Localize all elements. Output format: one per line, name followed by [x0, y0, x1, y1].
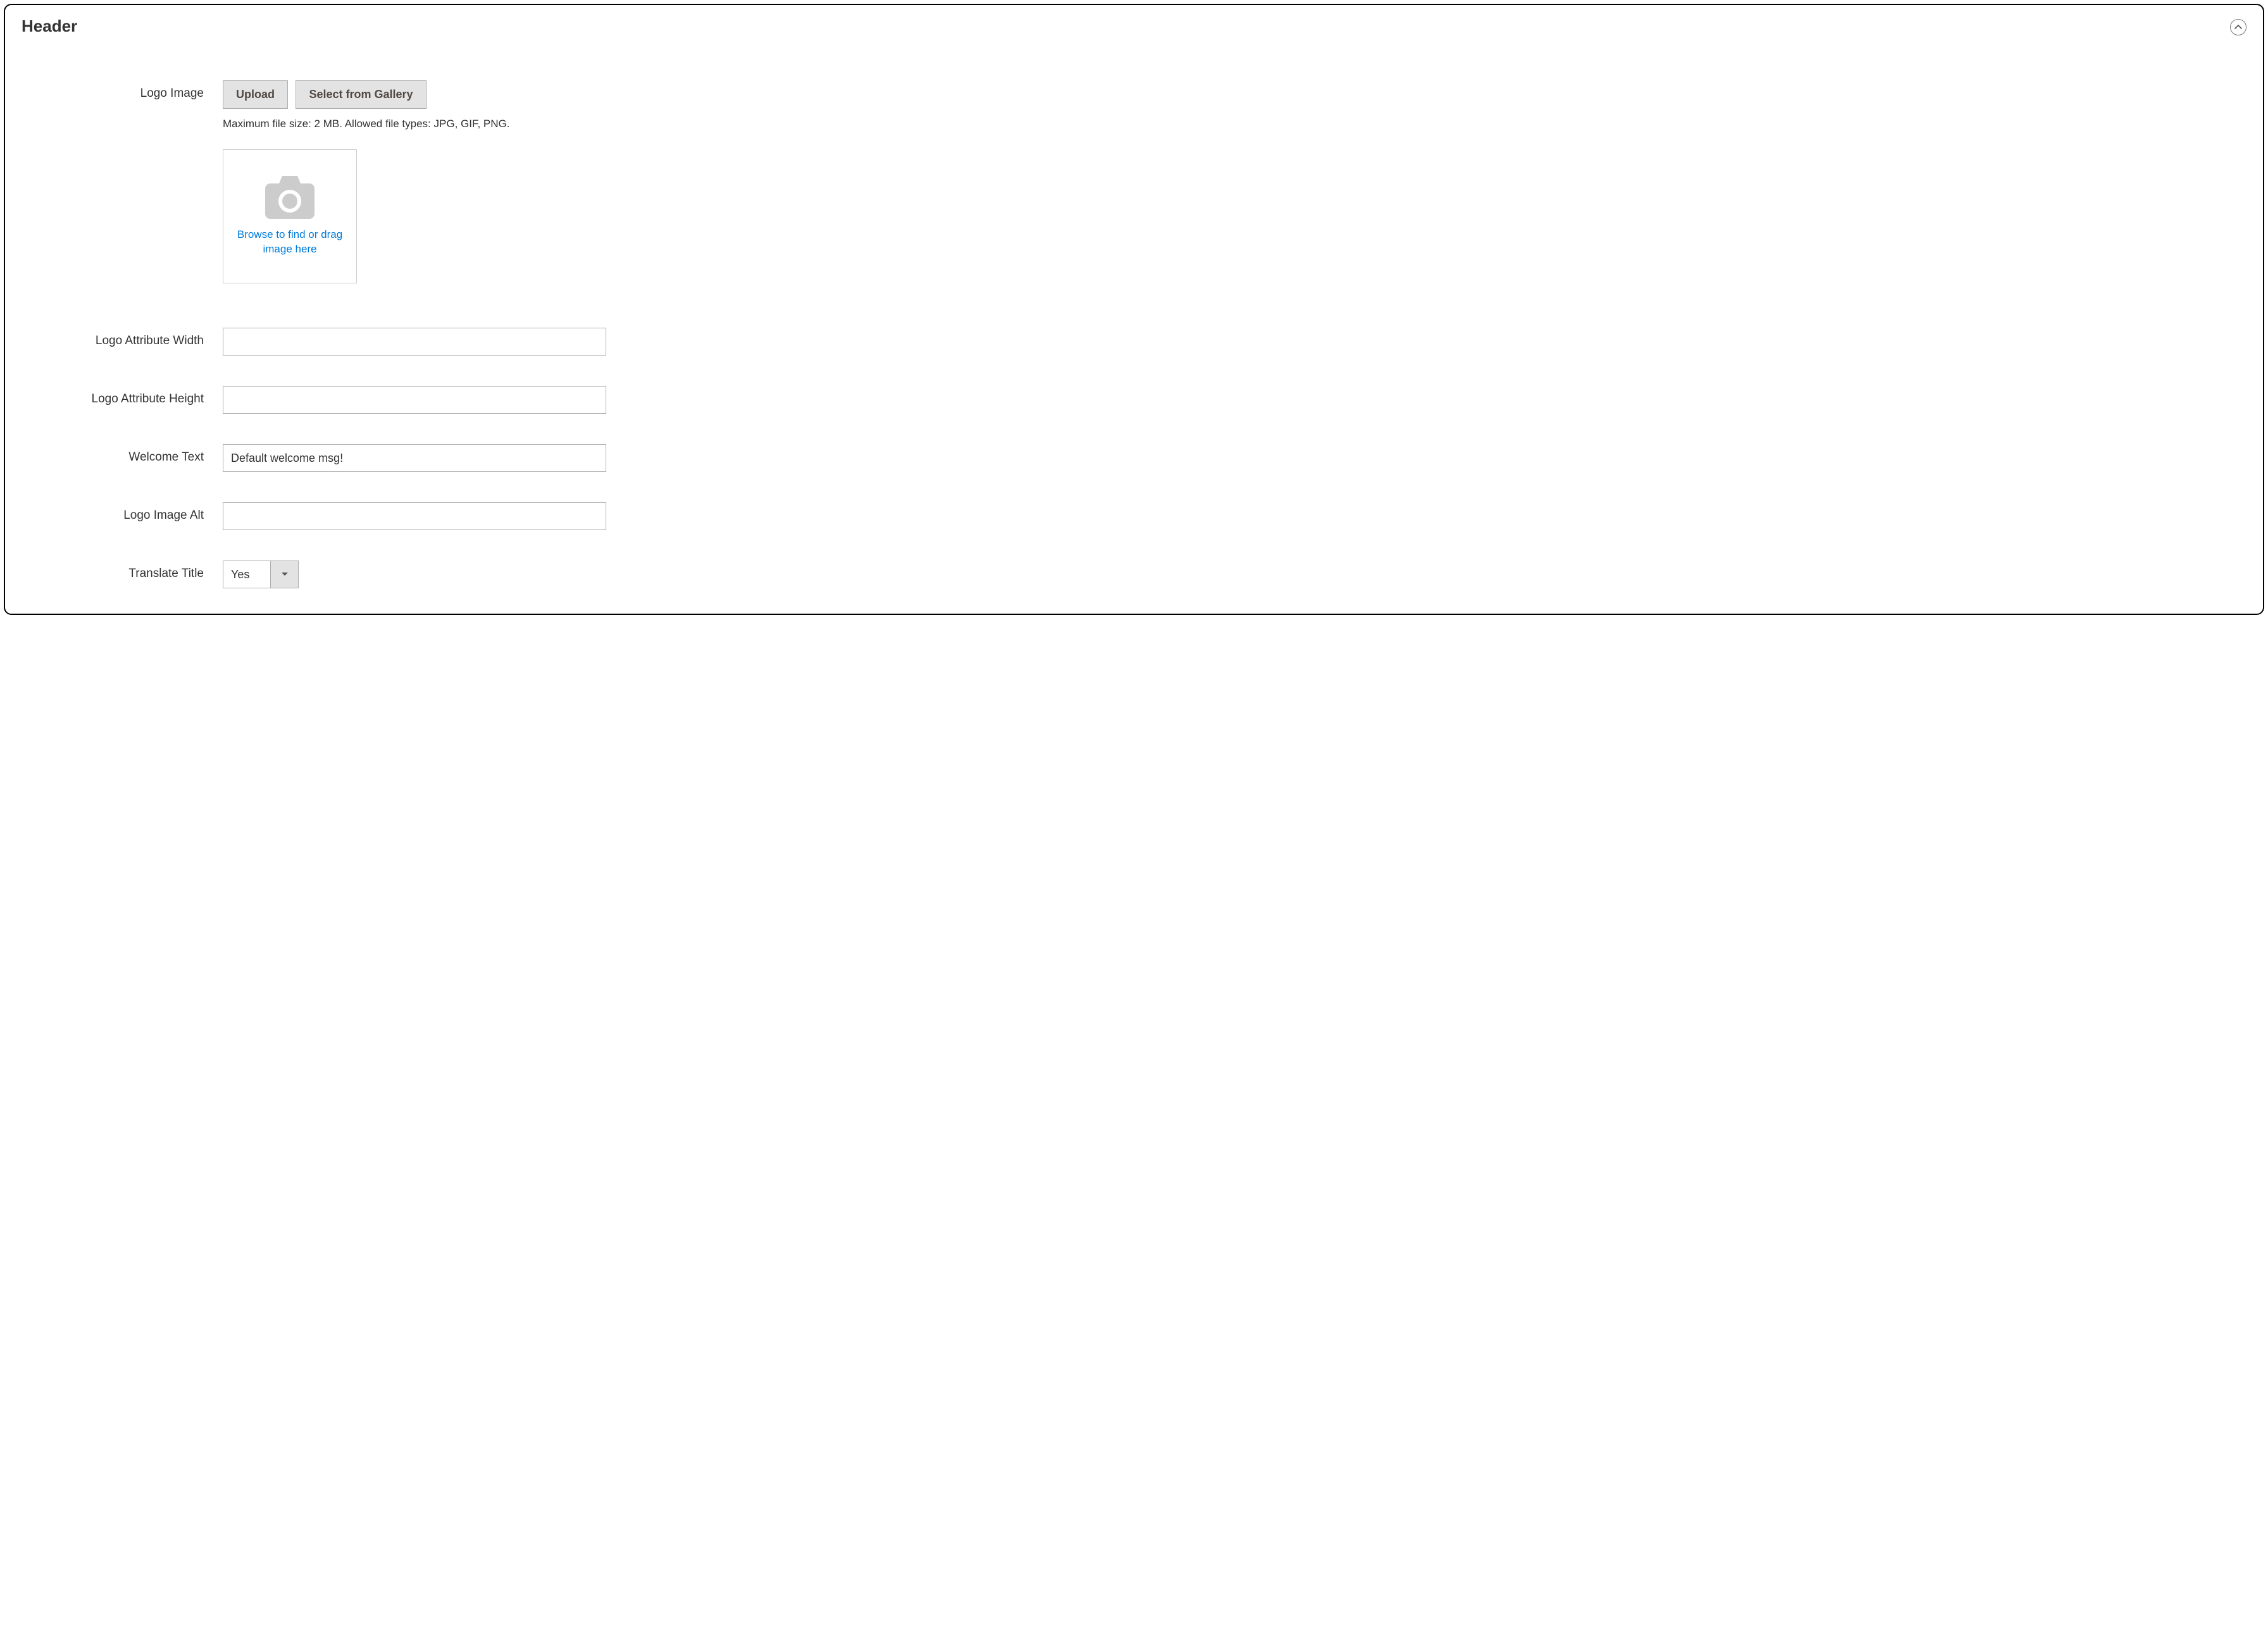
upload-button[interactable]: Upload [223, 80, 288, 109]
label-welcome-text: Welcome Text [27, 444, 223, 464]
header-config-panel: Header Logo Image Upload Select from Gal… [4, 4, 2264, 615]
row-welcome-text: Welcome Text [27, 444, 2246, 472]
panel-header: Header [22, 16, 2246, 36]
welcome-text-input[interactable] [223, 444, 606, 472]
label-logo-alt: Logo Image Alt [27, 502, 223, 523]
label-logo-image: Logo Image [27, 80, 223, 101]
form-body: Logo Image Upload Select from Gallery Ma… [22, 80, 2246, 588]
label-logo-height: Logo Attribute Height [27, 386, 223, 406]
camera-icon [265, 176, 315, 219]
panel-title: Header [22, 16, 77, 36]
logo-alt-input[interactable] [223, 502, 606, 530]
translate-title-select[interactable]: Yes [223, 561, 299, 588]
row-logo-width: Logo Attribute Width [27, 328, 2246, 356]
select-from-gallery-button[interactable]: Select from Gallery [296, 80, 426, 109]
translate-title-value: Yes [223, 561, 270, 588]
row-logo-height: Logo Attribute Height [27, 386, 2246, 414]
upload-hint: Maximum file size: 2 MB. Allowed file ty… [223, 118, 509, 130]
image-dropzone[interactable]: Browse to find or drag image here [223, 149, 357, 283]
dropzone-text: Browse to find or drag image here [230, 228, 350, 257]
label-translate-title: Translate Title [27, 561, 223, 581]
field-logo-image: Upload Select from Gallery Maximum file … [223, 80, 509, 283]
row-logo-alt: Logo Image Alt [27, 502, 2246, 530]
logo-width-input[interactable] [223, 328, 606, 356]
collapse-toggle[interactable] [2230, 19, 2246, 35]
chevron-up-icon [2234, 25, 2242, 30]
row-translate-title: Translate Title Yes [27, 561, 2246, 588]
select-arrow [270, 561, 298, 588]
caret-down-icon [281, 572, 289, 577]
logo-height-input[interactable] [223, 386, 606, 414]
row-logo-image: Logo Image Upload Select from Gallery Ma… [27, 80, 2246, 283]
label-logo-width: Logo Attribute Width [27, 328, 223, 348]
